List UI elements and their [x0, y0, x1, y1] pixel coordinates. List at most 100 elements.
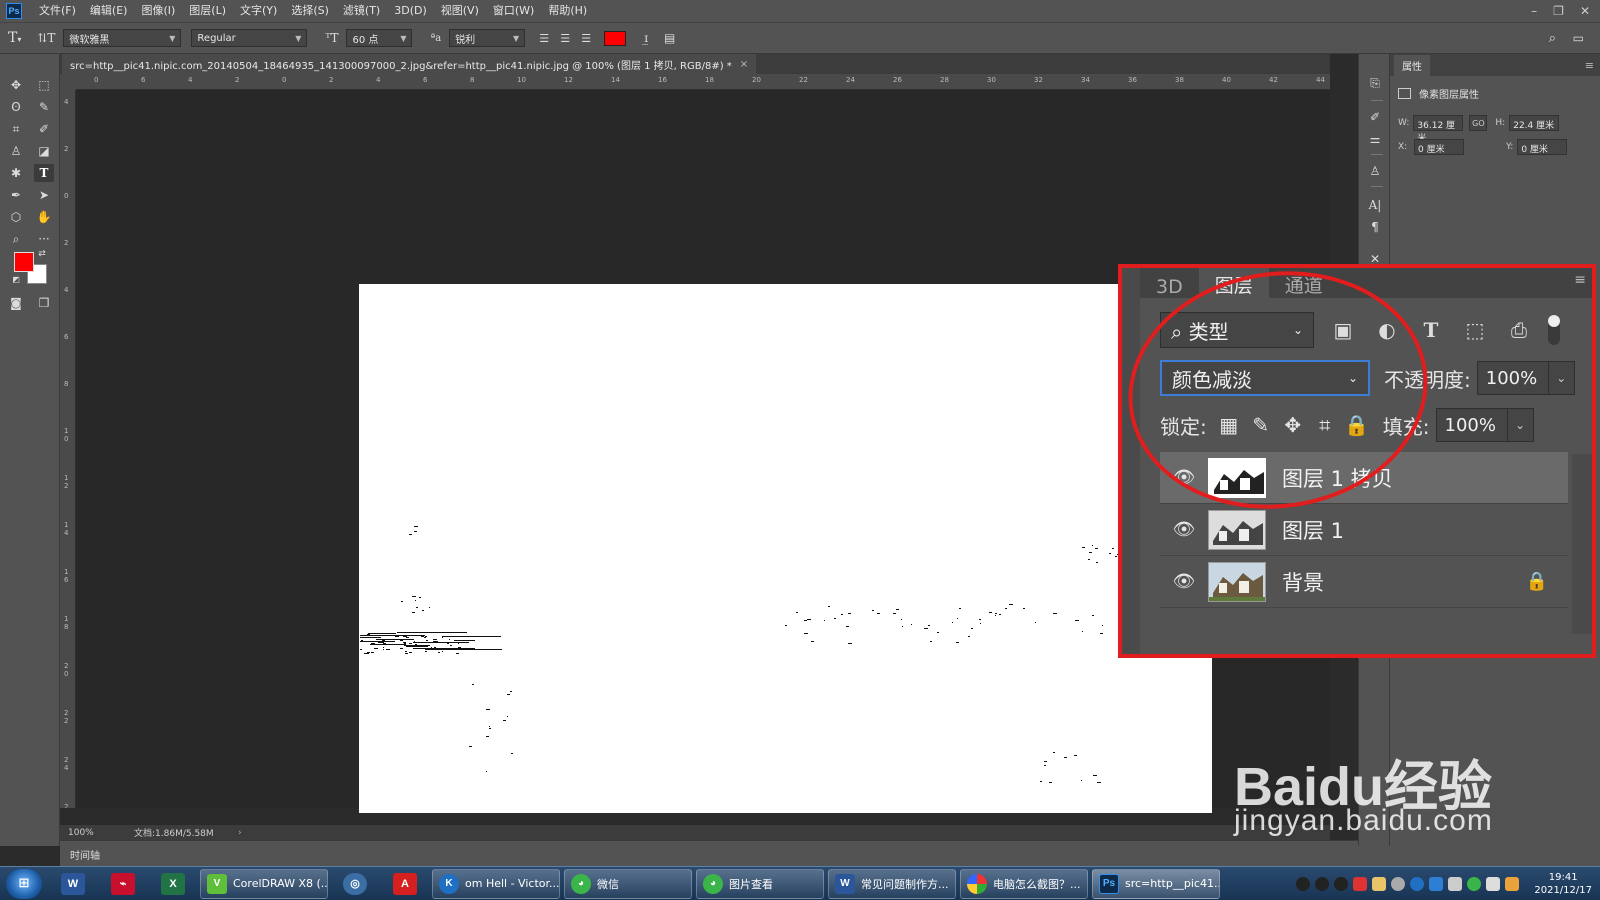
document-tab[interactable]: src=http__pic41.nipic.com_20140504_18464…	[62, 54, 757, 74]
menu-window[interactable]: 窗口(W)	[486, 0, 541, 22]
link-icon[interactable]: GO	[1469, 115, 1488, 131]
character-panel-icon[interactable]: ▤	[656, 31, 683, 45]
tab-layers[interactable]: 图层	[1198, 268, 1269, 298]
folder-icon[interactable]	[1372, 877, 1387, 891]
height-field[interactable]: 22.4 厘米	[1509, 115, 1560, 131]
lock-position-icon[interactable]: ✥	[1277, 413, 1309, 437]
panel-menu-icon[interactable]: ≡	[1585, 59, 1594, 72]
filter-adjustment-icon[interactable]: ◐	[1372, 318, 1402, 342]
taskbar-task[interactable]: ◕ 微信	[564, 868, 692, 899]
menu-file[interactable]: 文件(F)	[32, 0, 83, 22]
shape-tool-icon[interactable]: ⬡	[6, 208, 26, 226]
x-field[interactable]: 0 厘米	[1414, 139, 1464, 155]
layer-row[interactable]: 👁 图层 1 拷贝	[1160, 452, 1568, 504]
lock-artboard-icon[interactable]: ⌗	[1309, 413, 1341, 437]
stamp-tool-icon[interactable]: ♙	[6, 142, 26, 160]
move-tool-icon[interactable]: ✥	[6, 76, 26, 94]
close-icon[interactable]: ✕	[1580, 4, 1590, 18]
media-pinned-icon[interactable]: ◎	[332, 869, 378, 899]
menu-help[interactable]: 帮助(H)	[541, 0, 594, 22]
status-menu-arrow-icon[interactable]: ›	[238, 828, 242, 838]
quick-selection-tool-icon[interactable]: ✎	[34, 98, 54, 116]
menu-select[interactable]: 选择(S)	[284, 0, 336, 22]
vertical-ruler[interactable]: 4 2 0 2 4 6 8 1 0 1 2 1 4 1 6 1 8 2 0 2 2 2 4 2 6	[60, 90, 76, 808]
foreground-color-swatch[interactable]	[14, 252, 34, 272]
action-center-icon[interactable]	[1505, 877, 1520, 891]
layer-name[interactable]: 图层 1	[1282, 515, 1568, 545]
close-icon[interactable]: ×	[740, 59, 748, 70]
tab-properties[interactable]: 属性	[1394, 55, 1430, 76]
menu-image[interactable]: 图像(I)	[134, 0, 182, 22]
visibility-eye-icon[interactable]: 👁	[1160, 467, 1208, 488]
volume-icon[interactable]	[1448, 877, 1463, 891]
pdf-pinned-icon[interactable]: ⌁	[100, 869, 146, 899]
qq-icon[interactable]	[1296, 877, 1311, 891]
brush-settings-icon[interactable]: ✐	[1365, 108, 1385, 126]
type-tool-preset-icon[interactable]: T▾	[0, 30, 29, 46]
menu-view[interactable]: 视图(V)	[434, 0, 486, 22]
taskbar-task[interactable]: K om Hell - Victor...	[432, 868, 560, 899]
minimize-icon[interactable]: –	[1531, 4, 1537, 18]
layer-row[interactable]: 👁 背景 🔒	[1160, 556, 1568, 608]
font-size-select[interactable]: 60 点 ▼	[346, 29, 413, 47]
search-icon[interactable]: ⌕	[1541, 31, 1564, 46]
filter-type-icon[interactable]: T	[1416, 318, 1446, 342]
type-tool-icon[interactable]: T	[34, 164, 54, 182]
kugou-tray-icon[interactable]	[1410, 877, 1425, 891]
display-icon[interactable]	[1486, 877, 1501, 891]
visibility-eye-icon[interactable]: 👁	[1160, 519, 1208, 540]
marquee-tool-icon[interactable]: ⬚	[34, 76, 54, 94]
align-left-icon[interactable]: ☰	[535, 29, 553, 47]
font-family-select[interactable]: 微软雅黑 ▼	[63, 29, 182, 47]
taskbar-task[interactable]: ◕ 图片查看	[696, 868, 824, 899]
swap-colors-icon[interactable]: ⇄	[36, 248, 48, 260]
text-orientation-icon[interactable]: ⇅T	[29, 31, 63, 45]
adjustments-icon[interactable]: ⚌	[1365, 130, 1385, 148]
lock-image-icon[interactable]: ✎	[1245, 413, 1277, 437]
filter-toggle[interactable]	[1548, 315, 1560, 345]
taskbar-task[interactable]: W 常见问题制作方...	[828, 868, 956, 899]
ruler-origin[interactable]	[60, 74, 76, 90]
menu-layer[interactable]: 图层(L)	[182, 0, 233, 22]
lasso-tool-icon[interactable]: ʘ	[6, 98, 26, 116]
menu-filter[interactable]: 滤镜(T)	[336, 0, 387, 22]
document-canvas[interactable]	[359, 284, 1212, 813]
workspace-icon[interactable]: ▭	[1565, 31, 1592, 45]
default-colors-icon[interactable]: ◩	[10, 273, 22, 285]
menu-edit[interactable]: 编辑(E)	[83, 0, 135, 22]
screen-mode-icon[interactable]: ❐	[34, 294, 54, 312]
eraser-tool-icon[interactable]: ◪	[34, 142, 54, 160]
visibility-eye-icon[interactable]: 👁	[1160, 571, 1208, 592]
menu-3d[interactable]: 3D(D)	[387, 0, 434, 22]
zoom-level[interactable]: 100%	[60, 828, 120, 838]
horizontal-ruler[interactable]: 0 6 4 2 0 2 4 6 8 10 12 14 16 18 20 22 24 26 28 30 32 34 36 38 4…	[76, 74, 1330, 90]
menu-type[interactable]: 文字(Y)	[233, 0, 284, 22]
blend-mode-select[interactable]: 颜色减淡 ⌄	[1160, 360, 1370, 396]
filter-shape-icon[interactable]: ⬚	[1460, 318, 1490, 342]
dodge-tool-icon[interactable]: ✱	[6, 164, 26, 182]
hand-tool-icon[interactable]: ✋	[34, 208, 54, 226]
wechat-tray-icon[interactable]	[1467, 877, 1482, 891]
warp-text-icon[interactable]: ɪ̲	[636, 31, 656, 45]
antialias-select[interactable]: 锐利 ▼	[449, 29, 526, 47]
chevron-down-icon[interactable]: ⌄	[1548, 361, 1575, 395]
width-field[interactable]: 36.12 厘米	[1413, 115, 1464, 144]
taskbar-task[interactable]: V CorelDRAW X8 (...	[200, 868, 328, 899]
filter-smart-object-icon[interactable]: ⎙	[1504, 318, 1534, 342]
brush-tool-icon[interactable]: ✐	[34, 120, 54, 138]
word-pinned-icon[interactable]: W	[50, 869, 96, 899]
more-tools-icon[interactable]: ···	[34, 230, 54, 248]
font-style-select[interactable]: Regular ▼	[191, 29, 308, 47]
windows-start-icon[interactable]: ⊞	[6, 868, 42, 899]
quick-mask-icon[interactable]: ◙	[6, 294, 26, 312]
align-right-icon[interactable]: ☰	[577, 29, 595, 47]
qq-icon[interactable]	[1315, 877, 1330, 891]
pen-tool-icon[interactable]: ✒	[6, 186, 26, 204]
y-field[interactable]: 0 厘米	[1517, 139, 1568, 155]
crop-tool-icon[interactable]: ⌗	[6, 120, 26, 138]
excel-pinned-icon[interactable]: X	[150, 869, 196, 899]
layer-name[interactable]: 背景	[1282, 567, 1526, 597]
tab-channels[interactable]: 通道	[1269, 268, 1339, 298]
acrobat-pinned-icon[interactable]: A	[382, 869, 428, 899]
zoom-tool-icon[interactable]: ⌕	[6, 230, 26, 248]
